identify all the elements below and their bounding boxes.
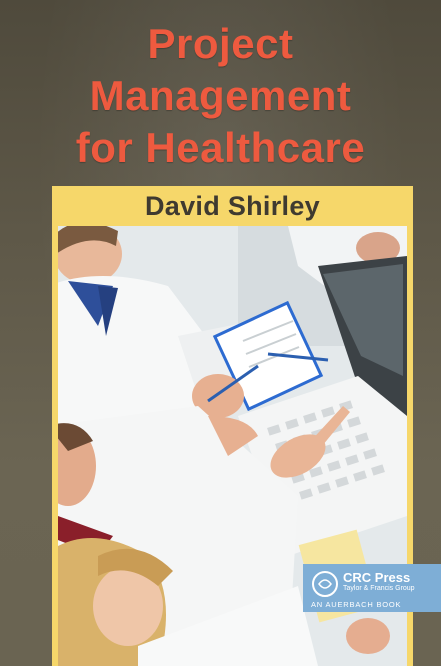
title-line-1: Project: [147, 20, 294, 67]
book-title: Project Management for Healthcare: [0, 18, 441, 174]
title-line-2: Management: [89, 72, 352, 119]
book-cover: Project Management for Healthcare David …: [0, 0, 441, 666]
title-line-3: for Healthcare: [75, 124, 366, 171]
author-band: David Shirley: [52, 186, 413, 226]
publisher-group: Taylor & Francis Group: [343, 585, 415, 592]
author-name: David Shirley: [145, 190, 320, 221]
publisher-badge: CRC Press Taylor & Francis Group AN AUER…: [303, 564, 441, 612]
publisher-name: CRC Press: [343, 570, 411, 585]
publisher-imprint: AN AUERBACH BOOK: [311, 600, 402, 609]
crc-logo-icon: [312, 571, 338, 597]
